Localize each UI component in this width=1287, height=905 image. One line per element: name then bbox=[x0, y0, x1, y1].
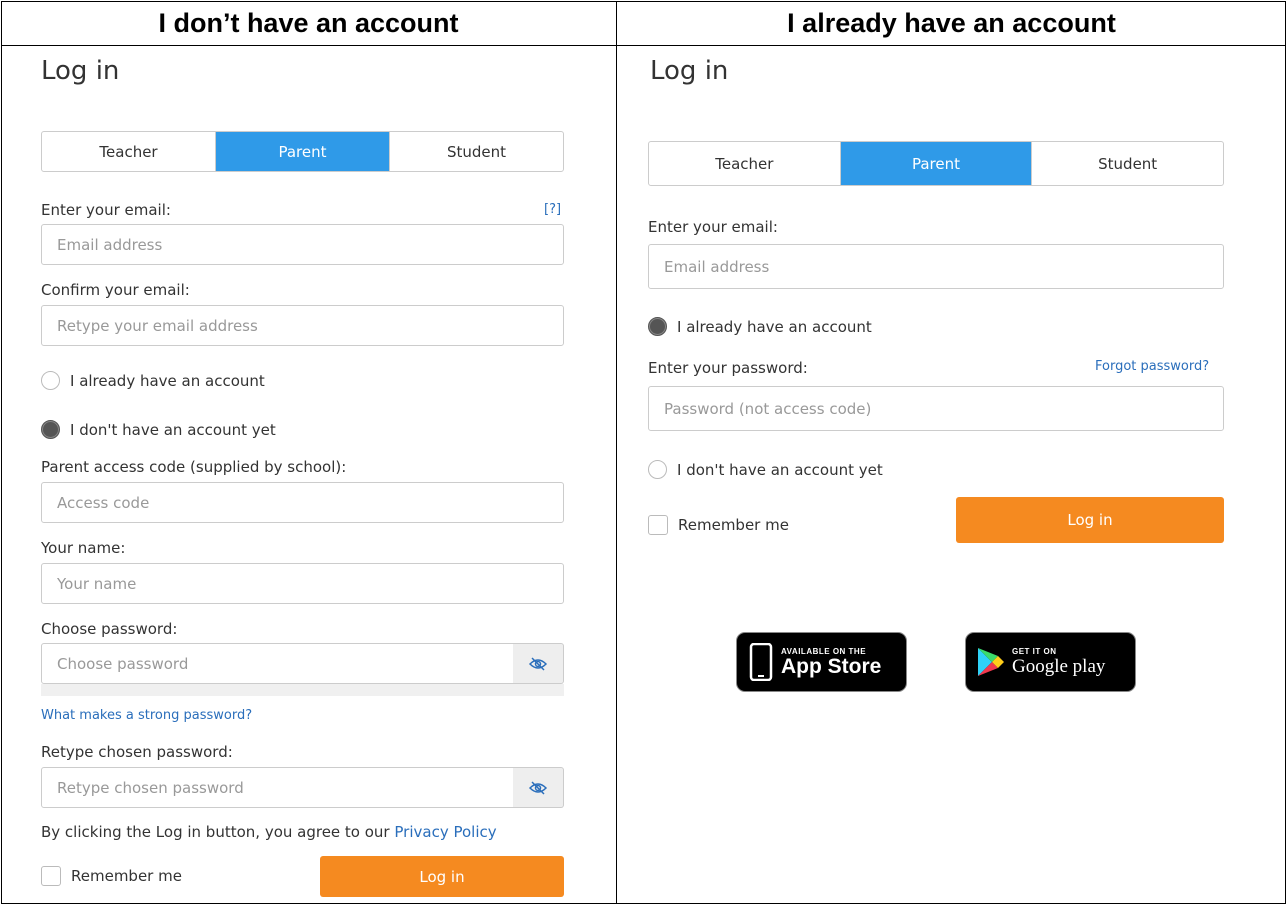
toggle-retype-visibility-button[interactable] bbox=[513, 767, 564, 808]
remember-me-label: Remember me bbox=[71, 867, 182, 885]
tab-student[interactable]: Student bbox=[390, 132, 563, 171]
header-have-account: I already have an account bbox=[787, 8, 1116, 38]
tab-teacher[interactable]: Teacher bbox=[42, 132, 216, 171]
agreement-text: By clicking the Log in button, you agree… bbox=[41, 823, 497, 841]
choose-password-label: Choose password: bbox=[41, 620, 178, 638]
google-play-small-text: GET IT ON bbox=[1012, 646, 1057, 656]
access-code-field[interactable] bbox=[41, 482, 564, 523]
column-divider bbox=[616, 1, 617, 904]
app-store-badge[interactable]: AVAILABLE ON THE App Store bbox=[736, 632, 907, 692]
google-play-badge[interactable]: GET IT ON Google play bbox=[965, 632, 1136, 692]
confirm-email-field[interactable] bbox=[41, 305, 564, 346]
radio-button-checked[interactable] bbox=[648, 317, 667, 336]
email-field[interactable] bbox=[648, 244, 1224, 289]
header-no-account: I don’t have an account bbox=[158, 8, 459, 38]
radio-button-checked[interactable] bbox=[41, 420, 60, 439]
confirm-email-label: Confirm your email: bbox=[41, 281, 190, 299]
remember-me-row[interactable]: Remember me bbox=[41, 866, 182, 886]
toggle-password-visibility-button[interactable] bbox=[513, 643, 564, 684]
radio-no-account[interactable]: I don't have an account yet bbox=[41, 420, 276, 439]
phone-icon bbox=[749, 643, 773, 681]
radio-button[interactable] bbox=[648, 460, 667, 479]
email-label: Enter your email: bbox=[648, 218, 778, 236]
forgot-password-link[interactable]: Forgot password? bbox=[1095, 359, 1209, 374]
remember-me-label: Remember me bbox=[678, 516, 789, 534]
eye-slash-icon bbox=[528, 656, 548, 671]
radio-button[interactable] bbox=[41, 371, 60, 390]
tab-parent[interactable]: Parent bbox=[216, 132, 390, 171]
help-link[interactable]: [?] bbox=[544, 202, 561, 217]
tab-student[interactable]: Student bbox=[1032, 142, 1223, 185]
radio-have-account[interactable]: I already have an account bbox=[41, 371, 265, 390]
password-field[interactable] bbox=[648, 386, 1224, 431]
email-field[interactable] bbox=[41, 224, 564, 265]
radio-label: I don't have an account yet bbox=[677, 460, 883, 479]
remember-me-checkbox[interactable] bbox=[648, 515, 668, 535]
play-triangle-icon bbox=[978, 648, 1004, 676]
radio-label: I don't have an account yet bbox=[70, 420, 276, 439]
radio-label: I already have an account bbox=[677, 317, 872, 336]
login-button[interactable]: Log in bbox=[320, 856, 564, 897]
access-code-label: Parent access code (supplied by school): bbox=[41, 458, 347, 476]
radio-have-account[interactable]: I already have an account bbox=[648, 317, 872, 336]
page-title: Log in bbox=[650, 56, 729, 86]
tab-teacher[interactable]: Teacher bbox=[649, 142, 841, 185]
name-label: Your name: bbox=[41, 539, 126, 557]
privacy-policy-link[interactable]: Privacy Policy bbox=[394, 823, 496, 841]
tab-parent[interactable]: Parent bbox=[840, 142, 1033, 185]
agreement-prefix: By clicking the Log in button, you agree… bbox=[41, 823, 390, 841]
remember-me-row[interactable]: Remember me bbox=[648, 515, 789, 535]
header-row: I don’t have an account I already have a… bbox=[1, 1, 1286, 46]
email-label: Enter your email: bbox=[41, 201, 171, 219]
radio-label: I already have an account bbox=[70, 371, 265, 390]
retype-password-label: Retype chosen password: bbox=[41, 743, 233, 761]
app-store-big-text: App Store bbox=[781, 654, 882, 678]
login-button[interactable]: Log in bbox=[956, 497, 1224, 543]
radio-no-account[interactable]: I don't have an account yet bbox=[648, 460, 883, 479]
remember-me-checkbox[interactable] bbox=[41, 866, 61, 886]
choose-password-field[interactable] bbox=[41, 643, 514, 684]
retype-password-field[interactable] bbox=[41, 767, 514, 808]
strong-password-link[interactable]: What makes a strong password? bbox=[41, 708, 252, 723]
role-tabs: Teacher Parent Student bbox=[648, 141, 1224, 186]
page-title: Log in bbox=[41, 56, 120, 86]
password-strength-bar bbox=[41, 684, 564, 696]
google-play-big-text: Google play bbox=[1012, 655, 1106, 677]
role-tabs: Teacher Parent Student bbox=[41, 131, 564, 172]
password-label: Enter your password: bbox=[648, 359, 808, 377]
eye-slash-icon bbox=[528, 780, 548, 795]
name-field[interactable] bbox=[41, 563, 564, 604]
